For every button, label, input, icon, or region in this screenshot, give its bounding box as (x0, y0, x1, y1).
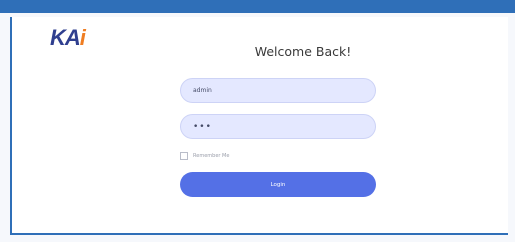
login-page: KAi Welcome Back! Remember Me Login (0, 0, 515, 242)
remember-me[interactable]: Remember Me (180, 152, 229, 160)
login-card: KAi Welcome Back! Remember Me Login (10, 17, 508, 235)
kai-logo: KAi (50, 25, 86, 50)
logo-accent: i (79, 25, 86, 50)
remember-checkbox[interactable] (180, 152, 188, 160)
username-input[interactable] (180, 78, 376, 103)
password-input[interactable] (180, 114, 376, 139)
login-button[interactable]: Login (180, 172, 376, 197)
remember-label: Remember Me (193, 153, 230, 159)
logo-text: KA (50, 25, 81, 50)
page-title: Welcome Back! (254, 44, 352, 59)
top-bar (0, 0, 515, 13)
